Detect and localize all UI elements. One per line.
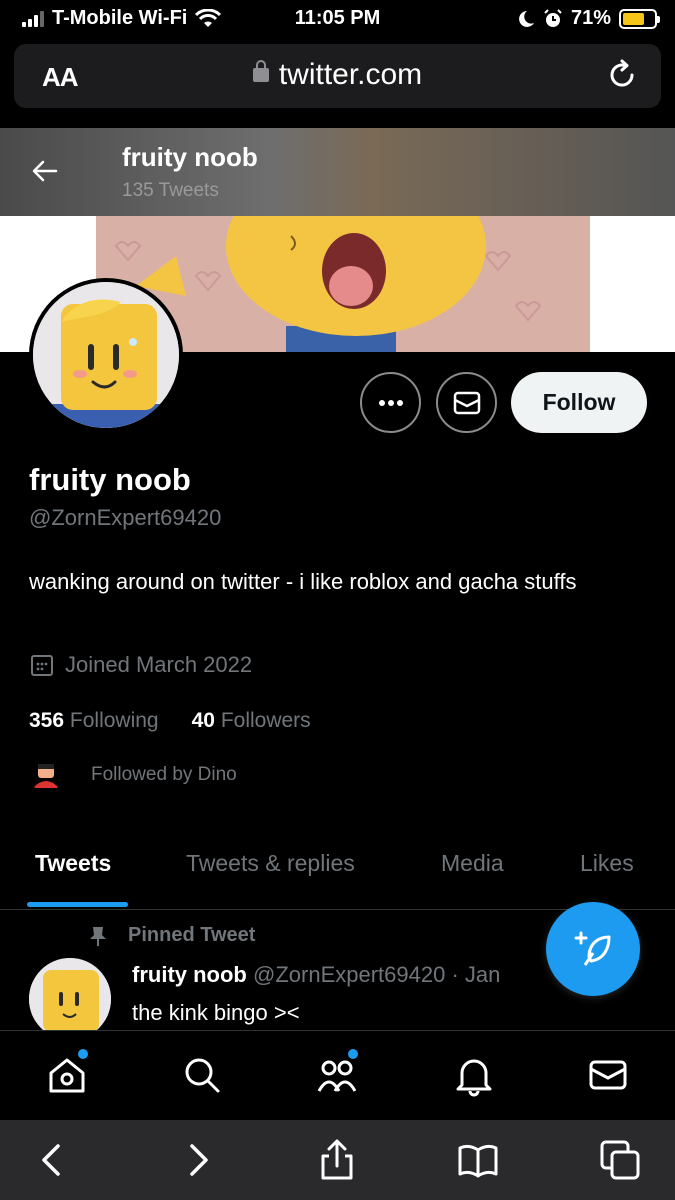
tab-tweets-replies[interactable]: Tweets & replies <box>186 850 355 877</box>
header-tweet-count: 135 Tweets <box>122 180 219 201</box>
calendar-icon <box>31 655 53 676</box>
communities-icon[interactable] <box>315 1053 359 1097</box>
message-button[interactable] <box>436 372 497 433</box>
joined-date: Joined March 2022 <box>29 652 252 678</box>
header-title: fruity noob <box>122 142 258 172</box>
compose-feather-icon <box>574 931 611 966</box>
home-notification-dot <box>78 1049 88 1059</box>
address-bar[interactable]: AA twitter.com <box>14 44 661 108</box>
pinned-label: Pinned Tweet <box>128 924 256 946</box>
profile-bio: wanking around on twitter - i like roblo… <box>29 569 577 594</box>
followers-label: Followers <box>220 709 311 732</box>
profile-avatar[interactable] <box>29 278 183 432</box>
followed-by[interactable]: Followed by Dino <box>29 758 237 792</box>
home-icon[interactable] <box>45 1053 89 1097</box>
envelope-icon <box>453 391 480 414</box>
pinned-tweet-label: Pinned Tweet <box>88 924 255 947</box>
communities-notification-dot <box>348 1049 358 1059</box>
status-bar: T-Mobile Wi-Fi 11:05 PM 71% <box>0 0 675 38</box>
tweet-author-name[interactable]: fruity noob <box>132 962 247 987</box>
more-options-button[interactable] <box>360 372 421 433</box>
followers-count: 40 <box>191 709 215 732</box>
alarm-icon <box>544 8 562 27</box>
battery-icon <box>619 8 660 29</box>
back-icon[interactable] <box>30 1138 74 1182</box>
status-indicators: 71% <box>517 7 660 30</box>
following-label: Following <box>69 709 159 732</box>
back-arrow-icon[interactable] <box>30 156 60 186</box>
joined-label: Joined March 2022 <box>65 652 253 677</box>
moon-icon <box>519 10 534 27</box>
tweet-separator: · <box>451 962 459 987</box>
forward-icon[interactable] <box>176 1138 220 1182</box>
messages-icon[interactable] <box>586 1053 630 1097</box>
url-label: twitter.com <box>278 58 423 91</box>
search-icon[interactable] <box>180 1053 224 1097</box>
follow-stats: 356 Following 40 Followers <box>29 709 311 733</box>
following-link[interactable]: 356 Following <box>29 709 159 733</box>
profile-header: fruity noob 135 Tweets <box>0 128 675 216</box>
notifications-icon[interactable] <box>452 1053 496 1097</box>
profile-tabs: Tweets Tweets & replies Media Likes <box>0 840 675 910</box>
bookmarks-icon[interactable] <box>456 1138 500 1182</box>
tweet-date: Jan <box>464 962 501 987</box>
tabs-icon[interactable] <box>598 1138 642 1182</box>
share-icon[interactable] <box>315 1138 359 1182</box>
pin-icon <box>90 926 106 946</box>
tab-tweets[interactable]: Tweets <box>35 850 111 877</box>
active-tab-indicator <box>27 902 128 907</box>
follow-button[interactable]: Follow <box>511 372 647 433</box>
more-icon <box>378 399 403 406</box>
display-name: fruity noob <box>29 462 191 497</box>
lock-icon <box>252 60 269 82</box>
tweet-header: fruity noob @ZornExpert69420 · Jan <box>132 962 500 988</box>
followed-by-label: Followed by Dino <box>91 764 237 785</box>
profile-handle: @ZornExpert69420 <box>29 505 222 530</box>
url-display[interactable]: twitter.com <box>14 58 661 92</box>
tweet-text[interactable]: the kink bingo >< <box>132 1000 300 1026</box>
browser-address-area: AA twitter.com <box>0 38 675 118</box>
followers-link[interactable]: 40 Followers <box>192 709 311 733</box>
tweet-avatar[interactable] <box>29 958 111 1040</box>
following-count: 356 <box>29 709 65 732</box>
reload-icon[interactable] <box>605 58 639 92</box>
safari-toolbar <box>0 1120 675 1200</box>
tab-media[interactable]: Media <box>441 850 504 877</box>
bottom-navigation <box>0 1030 675 1120</box>
tab-likes[interactable]: Likes <box>580 850 634 877</box>
follower-avatar <box>29 758 63 792</box>
compose-tweet-button[interactable] <box>546 902 640 996</box>
tweet-author-handle[interactable]: @ZornExpert69420 <box>253 962 445 987</box>
battery-percent: 71% <box>570 7 611 29</box>
